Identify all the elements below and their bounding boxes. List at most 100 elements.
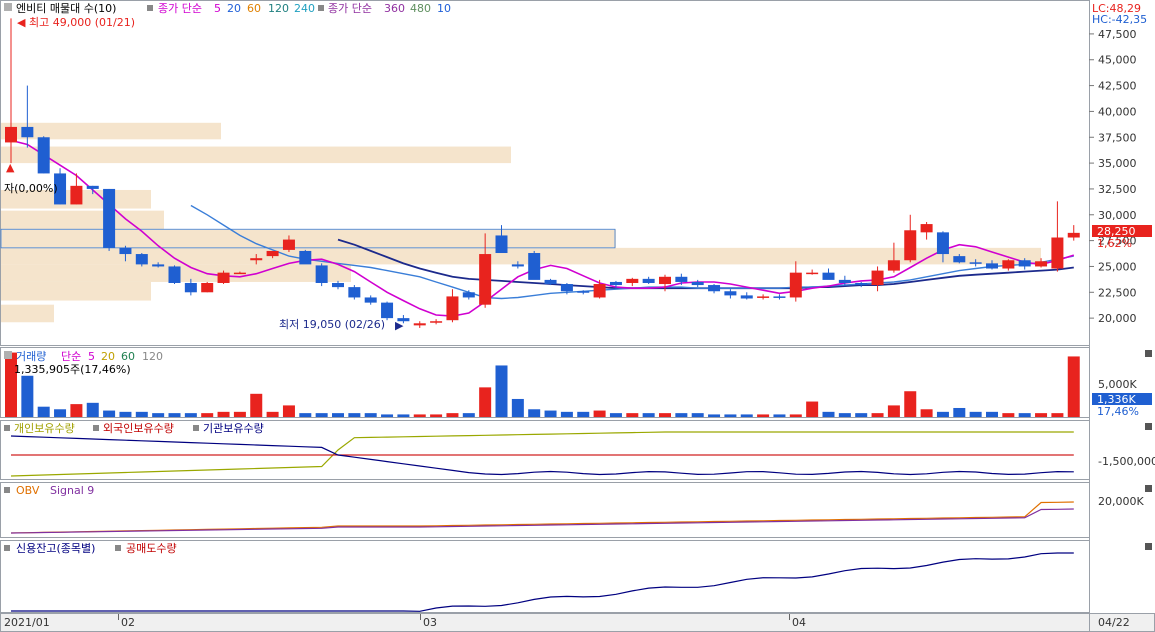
volume-bar — [528, 409, 541, 417]
volume-bar — [822, 411, 835, 417]
volume-panel — [0, 347, 1090, 418]
volume-bar — [577, 411, 590, 417]
candle-body — [887, 260, 900, 271]
volume-bar — [495, 365, 508, 417]
volume-ma-60: 60 — [121, 350, 135, 363]
volume-bar — [70, 404, 83, 417]
candle-body — [789, 272, 802, 298]
candle-body — [986, 263, 998, 269]
volume-bar — [266, 411, 279, 417]
volume-bar — [953, 407, 966, 417]
volume-bar — [560, 411, 573, 417]
candle-body — [5, 126, 17, 143]
close-icon[interactable] — [1145, 423, 1152, 430]
volume-ma-120: 120 — [142, 350, 163, 363]
volume-bar — [871, 413, 884, 417]
candle-body — [1035, 261, 1048, 267]
legend-marker — [4, 3, 12, 11]
candle-body — [233, 272, 246, 275]
candle-body — [904, 230, 917, 261]
volume-bar — [675, 413, 688, 417]
candle-body — [609, 281, 622, 286]
x-axis-bar — [0, 613, 1155, 632]
close-icon[interactable] — [1145, 350, 1152, 357]
volume-bar — [724, 414, 737, 417]
volume-bar — [904, 391, 917, 417]
volume-bar — [511, 398, 524, 417]
candle-body — [1002, 260, 1015, 269]
profile-band — [1, 210, 164, 230]
volume-bar — [986, 411, 998, 417]
candle-body — [675, 276, 688, 282]
main-title: 엔비티 매물대 수(10) — [16, 2, 116, 15]
candle-body — [462, 292, 475, 298]
volume-bar — [381, 414, 394, 417]
hc-label: HC:-42,35 — [1092, 13, 1147, 26]
price-tick-label: 45,000 — [1098, 54, 1137, 67]
candle-body — [103, 188, 116, 248]
volume-bar — [773, 414, 786, 417]
x-label-apr: 04 — [792, 616, 806, 629]
volume-bar — [887, 405, 900, 417]
ma2-period-10: 10 — [437, 2, 451, 15]
candle-body — [168, 266, 181, 283]
volume-bar — [789, 414, 802, 417]
volume-bar — [168, 413, 181, 417]
legend-marker — [318, 5, 324, 11]
candle-body — [315, 265, 328, 283]
candle-body — [1067, 232, 1080, 238]
ma-label: 종가 단순 — [158, 2, 202, 15]
volume-bar — [691, 413, 704, 417]
x-label-mar: 03 — [423, 616, 437, 629]
volume-bar — [969, 411, 982, 417]
candle-body — [659, 276, 671, 285]
candle-body — [381, 302, 394, 319]
volume-bar — [544, 410, 557, 417]
candle-body — [430, 321, 443, 323]
legend-marker — [4, 545, 10, 551]
volume-bar — [348, 413, 361, 417]
stock-chart: 47,500 45,000 42,500 40,000 37,500 35,000 32,5… — [0, 0, 1155, 632]
candle-body — [184, 282, 197, 293]
legend-individual: 개인보유수량 — [14, 422, 75, 435]
candle-body — [920, 224, 933, 233]
volume-bar — [217, 411, 230, 417]
profile-band — [1, 281, 151, 301]
price-tick-label: 32,500 — [1098, 183, 1137, 196]
volume-bar — [152, 413, 165, 417]
candle-body — [201, 282, 214, 293]
candle-body — [871, 270, 884, 286]
ma2-period-480: 480 — [410, 2, 431, 15]
volume-bar — [642, 413, 655, 417]
close-icon[interactable] — [1145, 485, 1152, 492]
close-icon[interactable] — [1145, 543, 1152, 550]
candle-body — [70, 185, 83, 205]
legend-marker — [4, 487, 10, 493]
candle-body — [266, 250, 279, 257]
volume-bar — [1035, 413, 1048, 417]
x-label-feb: 02 — [121, 616, 135, 629]
legend-marker — [193, 425, 199, 431]
volume-bar — [184, 413, 197, 417]
volume-bar — [299, 413, 312, 417]
profile-band — [1, 229, 616, 248]
ma-period-5: 5 — [214, 2, 221, 15]
candle-body — [332, 282, 344, 288]
price-tick-label: 25,000 — [1098, 260, 1137, 273]
candle-body — [969, 262, 982, 264]
volume-bar — [201, 413, 214, 417]
candle-body — [838, 279, 851, 283]
up-arrow-icon: ▲ — [6, 161, 15, 174]
volume-bar — [37, 406, 50, 417]
legend-marker — [147, 5, 153, 11]
candle-body — [822, 272, 835, 280]
legend-institution: 기관보유수량 — [203, 422, 264, 435]
volume-ma-label: 단순 — [61, 350, 81, 363]
high-marker-icon: ◀ — [17, 16, 26, 29]
profile-band — [1, 304, 54, 323]
volume-bar — [86, 402, 99, 417]
volume-tick: 5,000K — [1098, 378, 1137, 391]
volume-bar — [397, 414, 410, 417]
candle-body — [86, 185, 99, 189]
legend-marker — [4, 425, 10, 431]
